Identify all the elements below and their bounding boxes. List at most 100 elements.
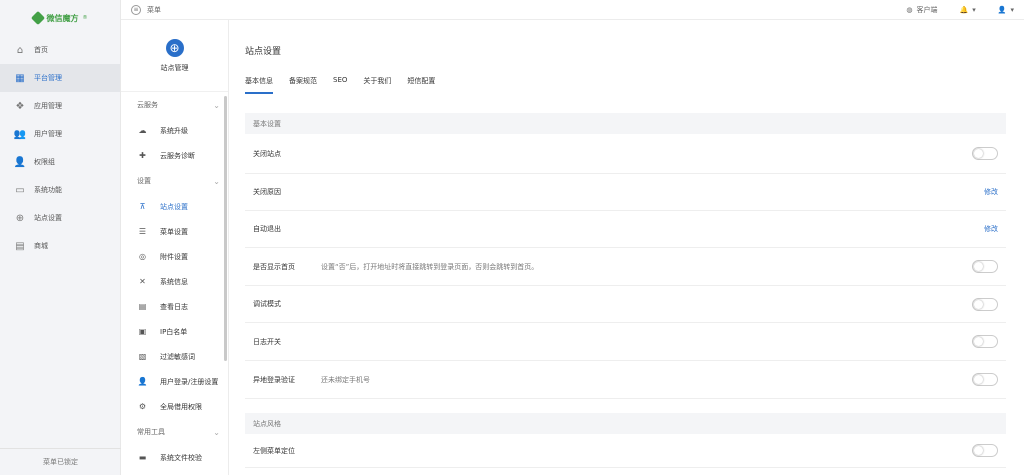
remote-login-toggle[interactable] [972,373,998,386]
setting-label: 关闭站点 [253,149,281,158]
sitemap-icon: ⊼ [139,202,146,211]
client-label: 客户端 [916,5,938,14]
subnav-scrollbar[interactable] [224,96,227,361]
app: 微信魔方 ® ⌂ 首页 ▦ 平台管理 ❖ 应用管理 👥 用户管理 👤 权限组 ▭… [0,0,1024,475]
avatar-icon: 👤 [997,5,1007,14]
auto-logout-edit-link[interactable]: 修改 [984,224,998,234]
subnav-item-view-logs[interactable]: ▤ 查看日志 [121,294,228,319]
sidebar-item-label: 平台管理 [34,74,62,82]
subnav-item-system-upgrade[interactable]: ☁ 系统升级 [121,118,228,143]
attachment-icon: ◎ [139,252,146,261]
show-homepage-toggle[interactable] [972,260,998,273]
menu-label: 菜单 [147,5,161,14]
tools-icon: ✕ [139,277,146,286]
group-label: 常用工具 [137,428,165,436]
filter-icon: ▧ [138,352,147,361]
settings-tabs: 基本信息 备案规范 SEO 关于我们 短信配置 [245,76,435,94]
home-icon: ⌂ [16,44,24,56]
sidebar-item-label: 商城 [34,242,48,250]
sidebar-item-system[interactable]: ▭ 系统功能 [0,176,120,204]
top-actions: ◍ 客户端 🔔 ▾ 👤 ▾ [906,5,1014,15]
setting-description: 还未绑定手机号 [321,375,370,384]
subnav-item-filter-words[interactable]: ▧ 过滤敏感词 [121,344,228,369]
user-menu-button[interactable]: 👤 ▾ [998,6,1014,14]
sidebar-item-label: 系统功能 [34,186,62,194]
subnav-item-cloud-diagnosis[interactable]: ✚ 云服务诊断 [121,143,228,168]
secondary-sidebar: ⊕ 站点管理 云服务 ⌄ ☁ 系统升级 ✚ 云服务诊断 设置 ⌄ ⊼ 站点设置 … [121,20,229,475]
close-reason-edit-link[interactable]: 修改 [984,187,998,197]
setting-row-left-menu: 左侧菜单定位 [245,434,1006,468]
chevron-down-icon: ▾ [972,5,976,14]
setting-label: 日志开关 [253,337,281,346]
subnav-header: ⊕ 站点管理 [121,20,228,92]
sidebar-item-label: 用户管理 [34,130,62,138]
subnav-group-tools[interactable]: 常用工具 ⌄ [121,419,228,445]
sidebar-item-apps[interactable]: ❖ 应用管理 [0,92,120,120]
client-button[interactable]: ◍ 客户端 [906,5,937,15]
setting-row-log-switch: 日志开关 [245,323,1006,361]
subnav-item-label: IP白名单 [160,327,188,336]
sidebar-item-users[interactable]: 👥 用户管理 [0,120,120,148]
section-header-style: 站点风格 [245,413,1006,434]
subnav-group-cloud[interactable]: 云服务 ⌄ [121,92,228,118]
ip-icon: ▣ [138,327,147,336]
sidebar-item-store[interactable]: ▤ 商城 [0,232,120,260]
brand-logo[interactable]: 微信魔方 ® [0,0,120,36]
sidebar-item-label: 首页 [34,46,48,54]
client-globe-icon: ◍ [906,5,913,14]
subnav-item-login-register[interactable]: 👤 用户登录/注册设置 [121,369,228,394]
subnav-item-system-info[interactable]: ✕ 系统信息 [121,269,228,294]
subnav-item-site-settings[interactable]: ⊼ 站点设置 [121,194,228,219]
tab-sms[interactable]: 短信配置 [407,76,435,94]
sidebar-item-label: 权限组 [34,158,55,166]
subnav-item-label: 查看日志 [160,302,188,311]
users-icon: 👥 [13,128,27,140]
chevron-down-icon: ▾ [1010,5,1014,14]
tab-about[interactable]: 关于我们 [363,76,391,94]
notifications-button[interactable]: 🔔 ▾ [960,6,976,14]
debug-mode-toggle[interactable] [972,297,998,311]
setting-row-auto-logout: 自动退出 修改 [245,211,1006,248]
log-switch-toggle[interactable] [972,335,998,348]
sidebar-item-permissions[interactable]: 👤 权限组 [0,148,120,176]
subnav-item-attachment-settings[interactable]: ◎ 附件设置 [121,244,228,269]
apps-icon: ❖ [15,100,25,112]
close-site-toggle[interactable] [972,147,998,160]
subnav-item-ip-whitelist[interactable]: ▣ IP白名单 [121,319,228,344]
tab-seo[interactable]: SEO [333,76,347,94]
subnav-item-label: 站点设置 [160,202,188,211]
brand-name: 微信魔方 [46,13,79,23]
tab-filing[interactable]: 备案规范 [289,76,317,94]
cloud-upload-icon: ☁ [138,126,147,135]
setting-row-debug-mode: 调试模式 [245,286,1006,323]
setting-label: 左侧菜单定位 [253,446,295,455]
setting-row-close-reason: 关闭原因 修改 [245,174,1006,211]
subnav-item-file-check[interactable]: ▬ 系统文件校验 [121,445,228,470]
page-title: 站点设置 [245,47,282,57]
brand-registered-mark: ® [82,15,88,21]
subnav-item-label: 系统信息 [160,277,188,286]
menu-lock-toggle[interactable]: 菜单已锁定 [0,448,121,475]
sidebar-item-home[interactable]: ⌂ 首页 [0,36,120,64]
subnav-item-label: 全局借用权限 [160,402,202,411]
globe-icon: ⊕ [15,212,25,224]
store-icon: ▤ [15,240,25,252]
folder-icon: ▬ [138,453,147,462]
subnav-item-global-permissions[interactable]: ⚙ 全局借用权限 [121,394,228,419]
user-icon: 👤 [13,156,27,168]
sidebar-item-site-settings[interactable]: ⊕ 站点设置 [0,204,120,232]
subnav-group-settings[interactable]: 设置 ⌄ [121,168,228,194]
setting-description: 设置“否”后，打开地址时将直接跳转到登录页面，否则会跳转到首页。 [321,262,539,271]
left-menu-toggle[interactable] [972,444,998,457]
subnav-item-menu-settings[interactable]: ☰ 菜单设置 [121,219,228,244]
tab-basic-info[interactable]: 基本信息 [245,76,273,94]
subnav-item-label: 用户登录/注册设置 [160,377,219,386]
sidebar-item-platform[interactable]: ▦ 平台管理 [0,64,120,92]
subnav-item-label: 菜单设置 [160,227,188,236]
chevron-down-icon: ⌄ [213,427,220,437]
setting-row-show-homepage: 是否显示首页 设置“否”后，打开地址时将直接跳转到登录页面，否则会跳转到首页。 [245,248,1006,286]
menu-toggle-button[interactable]: ≡ 菜单 [131,4,161,15]
subnav-item-label: 系统文件校验 [160,453,202,462]
subnav-item-label: 附件设置 [160,252,188,261]
main-panel: 站点设置 基本信息 备案规范 SEO 关于我们 短信配置 基本设置 关闭站点 关… [229,20,1024,475]
